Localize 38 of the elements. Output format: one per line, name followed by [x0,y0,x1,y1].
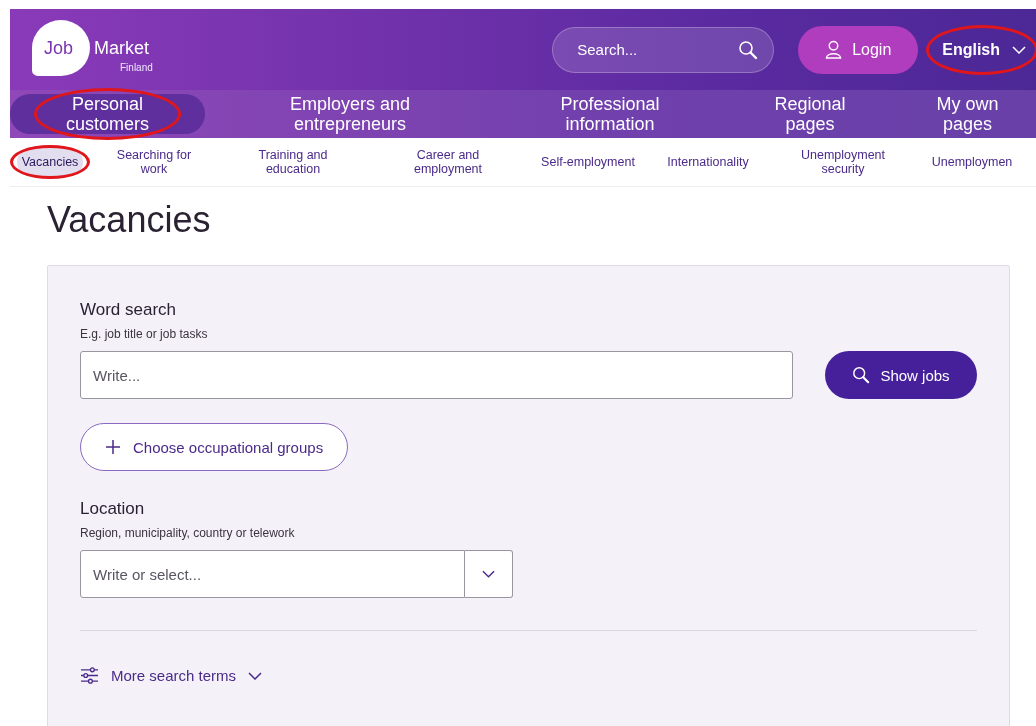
jobmarket-logo[interactable]: Job Market Finland [32,19,172,80]
field-label: Location [80,499,146,519]
location-field[interactable]: Write or select... [80,550,465,598]
sub-nav-tab[interactable]: Unemploymen [927,155,1017,169]
more-search-terms-link[interactable]: More search terms [80,667,263,684]
word-search-field[interactable]: Write... [80,351,793,399]
main-nav-tab[interactable]: My own pages [895,94,1036,134]
language-dropdown[interactable]: English [932,27,1032,72]
sub-nav-tab[interactable]: Career and employment [394,148,502,176]
sub-nav-tab[interactable]: Self-employment [537,155,639,169]
field-hint: Region, municipality, country or telework [80,526,296,540]
logo-text: Job [44,37,74,59]
main-nav-tab[interactable]: Professional information [495,94,725,134]
field-label: Word search [80,300,178,320]
chevron-down-icon [1012,45,1026,54]
main-nav-tab[interactable]: Regional pages [725,94,895,134]
sub-nav-tab[interactable]: Unemployment security [789,148,897,176]
user-icon [825,40,843,59]
main-nav-tab[interactable]: Employers and entrepreneurs [205,94,495,134]
dropdown-button[interactable] [465,550,513,598]
page-title: Vacancies [47,199,212,241]
search-icon [738,39,759,60]
sliders-icon [80,667,99,684]
sub-nav-tab[interactable]: Vacancies [16,147,84,177]
sub-nav-tab[interactable]: Searching for work [100,148,208,176]
logo-subtitle: Finland [120,61,153,73]
chevron-down-icon [248,671,263,680]
main-nav-tab[interactable]: Personal customers [10,94,205,134]
sub-nav-tab[interactable]: Internationality [663,155,753,169]
choose-groups-button[interactable]: Choose occupational groups [80,423,349,471]
show-jobs-button[interactable]: Show jobs [825,351,977,399]
logo-text: Market [94,37,149,59]
field-hint: E.g. job title or job tasks [80,327,209,341]
sub-nav-tab[interactable]: Training and education [239,148,347,176]
login-button[interactable]: Login [798,25,919,74]
plus-icon [105,439,121,455]
chevron-down-icon [482,570,495,578]
search-icon [852,366,871,384]
